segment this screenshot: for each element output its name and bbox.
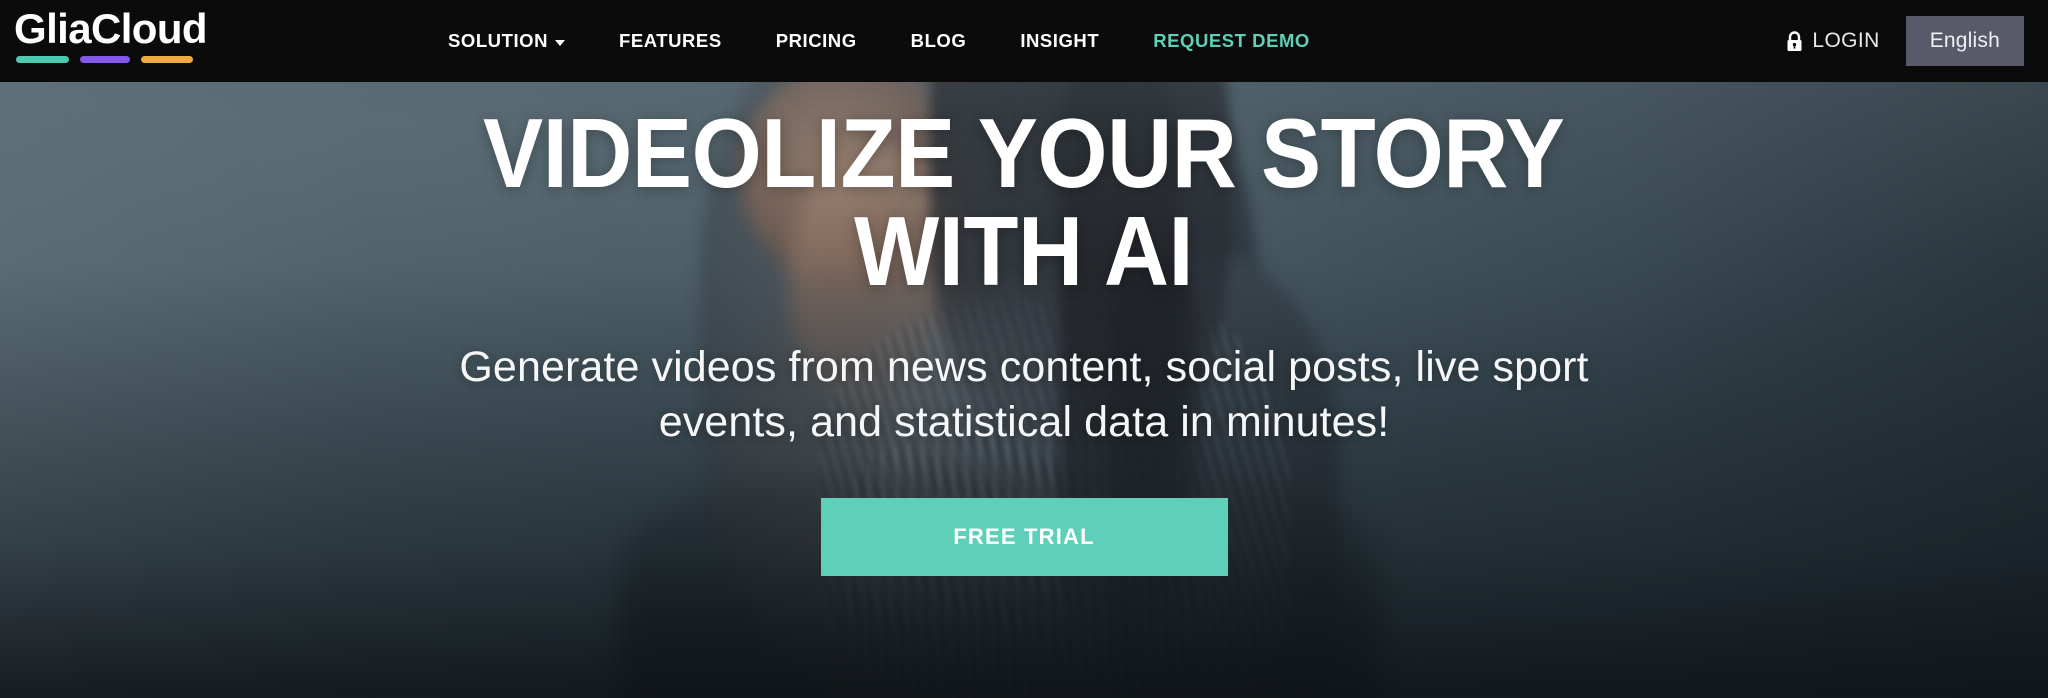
- nav-item-blog[interactable]: BLOG: [884, 30, 994, 52]
- hero-headline-line-2: WITH AI: [854, 196, 1194, 306]
- hero-subtitle-line-2: and statistical data in minutes!: [810, 398, 1390, 447]
- hero-headline: VIDEOLIZE YOUR STORY WITH AI: [483, 104, 1565, 300]
- header-right-cluster: LOGIN English: [1786, 0, 2048, 82]
- language-selector-button[interactable]: English: [1905, 16, 2024, 66]
- hero-subtitle: Generate videos from news content, socia…: [389, 340, 1659, 451]
- page-root: GliaCloud SOLUTION FEATURES PRICING BLOG: [0, 0, 2048, 698]
- nav-item-label: SOLUTION: [448, 30, 548, 51]
- nav-item-insight[interactable]: INSIGHT: [993, 30, 1126, 52]
- nav-item-label: BLOG: [910, 30, 967, 51]
- login-label: LOGIN: [1812, 29, 1880, 52]
- free-trial-button[interactable]: FREE TRIAL: [820, 497, 1228, 576]
- site-header: GliaCloud SOLUTION FEATURES PRICING BLOG: [0, 0, 2048, 82]
- logo[interactable]: GliaCloud: [14, 5, 234, 63]
- logo-bar-teal: [16, 55, 69, 63]
- logo-text: GliaCloud: [14, 5, 208, 52]
- lock-icon: [1787, 30, 1802, 51]
- nav-item-pricing[interactable]: PRICING: [749, 30, 884, 52]
- logo-bar-purple: [80, 55, 130, 63]
- nav-item-solution[interactable]: SOLUTION: [448, 30, 592, 52]
- nav-item-features[interactable]: FEATURES: [592, 30, 749, 52]
- hero-cta-wrapper: FREE TRIAL: [820, 497, 1228, 576]
- nav-item-label: REQUEST DEMO: [1153, 30, 1310, 51]
- hero-headline-line-1: VIDEOLIZE YOUR STORY: [483, 98, 1565, 208]
- logo-accent-bars: [16, 55, 234, 63]
- primary-navigation: SOLUTION FEATURES PRICING BLOG INSIGHT R…: [448, 0, 1337, 82]
- nav-item-label: INSIGHT: [1020, 30, 1100, 51]
- chevron-down-icon: [554, 39, 565, 46]
- hero-content: VIDEOLIZE YOUR STORY WITH AI Generate vi…: [0, 82, 2048, 576]
- nav-item-label: PRICING: [775, 30, 857, 51]
- logo-bar-orange: [141, 55, 193, 63]
- nav-item-label: FEATURES: [618, 30, 722, 51]
- login-link[interactable]: LOGIN: [1786, 29, 1905, 53]
- nav-item-request-demo[interactable]: REQUEST DEMO: [1126, 30, 1337, 52]
